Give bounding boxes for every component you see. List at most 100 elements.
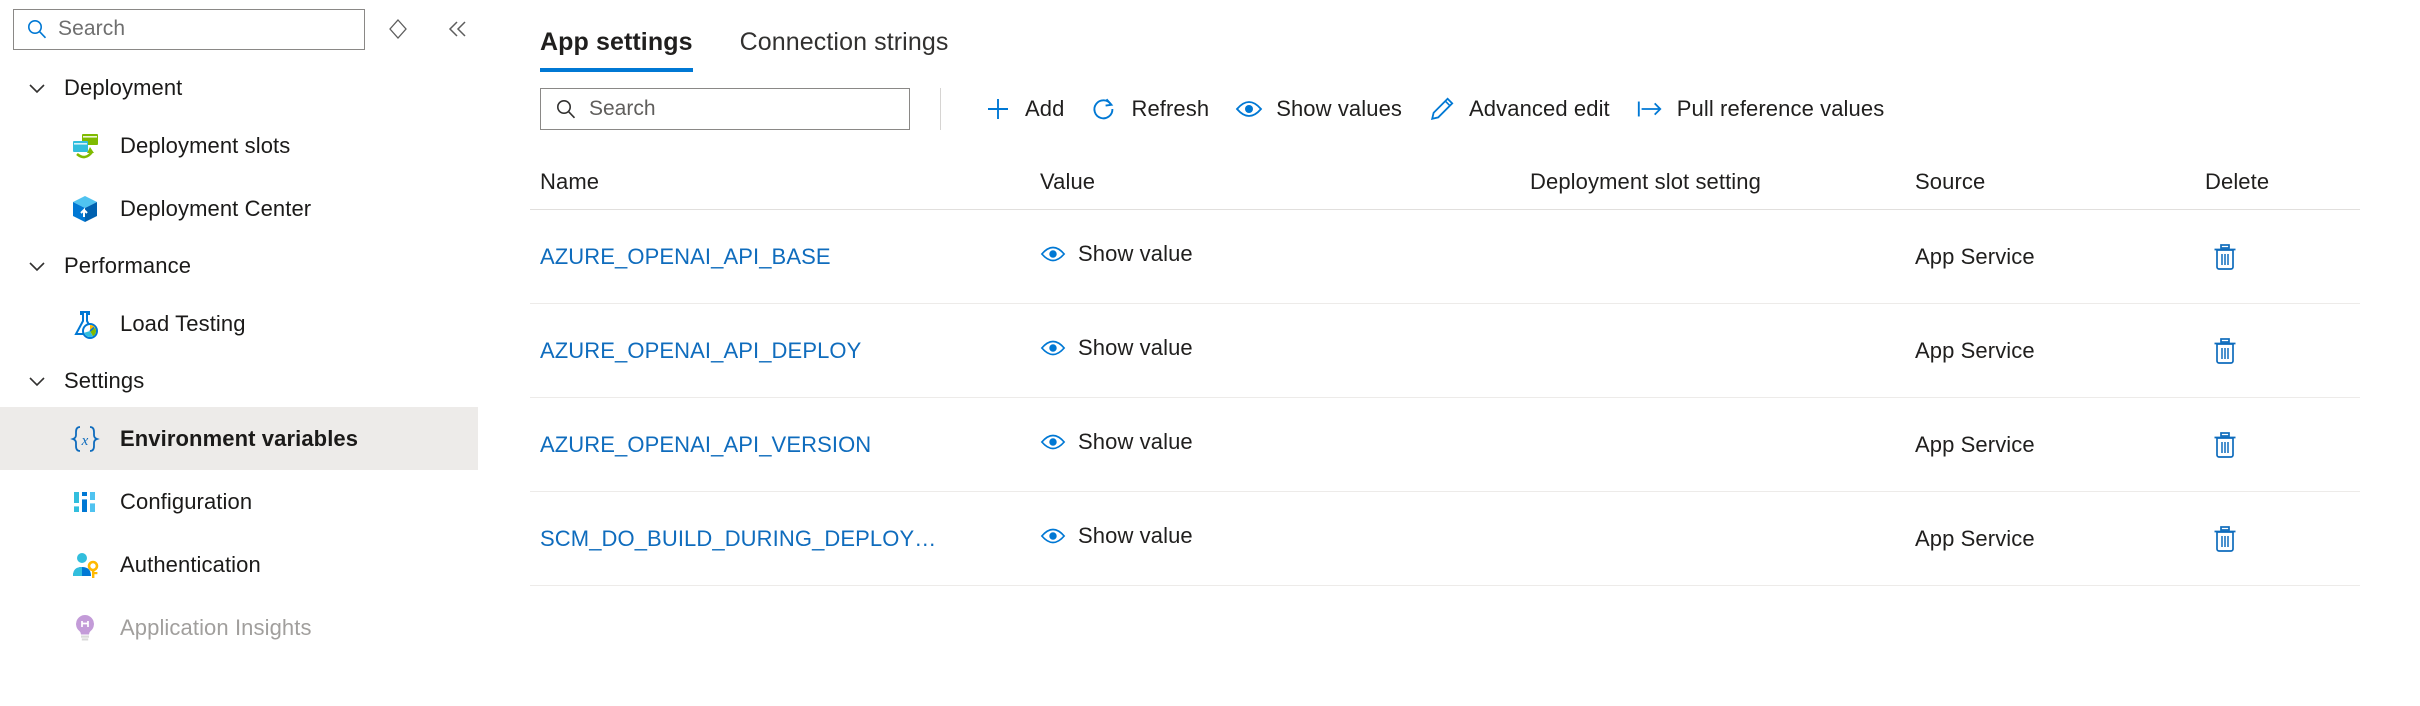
sidebar-item-label: Environment variables: [120, 425, 359, 451]
toolbar-divider: [940, 88, 941, 130]
deployment-center-icon: [68, 192, 102, 226]
tab-connection-strings[interactable]: Connection strings: [740, 28, 949, 72]
chevron-down-icon: [26, 370, 48, 392]
advanced-edit-button-label: Advanced edit: [1469, 96, 1610, 121]
eye-icon: [1040, 429, 1066, 455]
setting-value-cell: Show value: [1040, 523, 1530, 554]
source-cell: App Service: [1915, 526, 2205, 552]
table-row: SCM_DO_BUILD_DURING_DEPLOY… Show value A…: [530, 492, 2360, 586]
sidebar-item-deployment-slots[interactable]: Deployment slots: [0, 114, 478, 177]
resource-menu-sidebar: Search Deployment Deployment slots Deplo…: [0, 0, 512, 706]
pull-arrow-icon: [1636, 95, 1664, 123]
delete-cell: [2205, 425, 2325, 465]
show-values-button[interactable]: Show values: [1222, 86, 1415, 132]
sidebar-item-label: Configuration: [120, 488, 253, 514]
show-value-label: Show value: [1078, 335, 1193, 360]
sidebar-item-environment-variables[interactable]: x Environment variables: [0, 407, 478, 470]
sidebar-group-label: Performance: [64, 253, 192, 278]
setting-name-cell: SCM_DO_BUILD_DURING_DEPLOY…: [540, 526, 1040, 552]
source-label: App Service: [1915, 337, 2035, 363]
pull-reference-values-button[interactable]: Pull reference values: [1623, 86, 1898, 132]
delete-icon[interactable]: [2205, 237, 2245, 277]
source-label: App Service: [1915, 525, 2035, 551]
svg-text:x: x: [81, 433, 89, 449]
main-content: App settings Connection strings Search A…: [478, 0, 2420, 706]
settings-search-placeholder: Search: [589, 97, 656, 120]
sidebar-item-label: Load Testing: [120, 310, 246, 336]
setting-name-cell: AZURE_OPENAI_API_VERSION: [540, 432, 1040, 458]
setting-name-cell: AZURE_OPENAI_API_BASE: [540, 244, 1040, 270]
settings-tabs: App settings Connection strings: [530, 0, 2420, 72]
column-header-delete[interactable]: Delete: [2205, 169, 2325, 195]
show-value-link[interactable]: Show value: [1040, 429, 1193, 455]
sidebar-item-load-testing[interactable]: Load Testing: [0, 292, 478, 355]
eye-icon: [1040, 241, 1066, 267]
setting-name-link[interactable]: AZURE_OPENAI_API_BASE: [540, 244, 831, 269]
sidebar-group-performance[interactable]: Performance: [0, 240, 478, 292]
application-insights-icon: [68, 611, 102, 645]
setting-name-link[interactable]: AZURE_OPENAI_API_DEPLOY: [540, 338, 861, 363]
azure-portal-environment-variables-page: Search Deployment Deployment slots Deplo…: [0, 0, 2420, 706]
setting-name-cell: AZURE_OPENAI_API_DEPLOY: [540, 338, 1040, 364]
sidebar-nav-list: Deployment Deployment slots Deployment C…: [0, 58, 478, 659]
show-value-label: Show value: [1078, 523, 1193, 548]
table-header-row: Name Value Deployment slot setting Sourc…: [530, 154, 2360, 210]
command-toolbar: Search Add Refresh Show values Advanced …: [530, 72, 2420, 146]
settings-search-input[interactable]: Search: [540, 88, 910, 130]
table-row: AZURE_OPENAI_API_VERSION Show value App …: [530, 398, 2360, 492]
delete-icon[interactable]: [2205, 331, 2245, 371]
plus-icon: [984, 95, 1012, 123]
setting-name-link[interactable]: SCM_DO_BUILD_DURING_DEPLOY…: [540, 526, 936, 551]
load-testing-icon: [68, 307, 102, 341]
eye-icon: [1040, 335, 1066, 361]
show-value-label: Show value: [1078, 429, 1193, 454]
show-value-label: Show value: [1078, 241, 1193, 266]
setting-name-link[interactable]: AZURE_OPENAI_API_VERSION: [540, 432, 871, 457]
table-row: AZURE_OPENAI_API_BASE Show value App Ser…: [530, 210, 2360, 304]
pencil-icon: [1428, 95, 1456, 123]
sidebar-search-input[interactable]: Search: [13, 8, 366, 50]
sidebar-item-application-insights[interactable]: Application Insights: [0, 596, 478, 659]
tab-label: App settings: [540, 28, 693, 56]
sidebar-item-label: Deployment slots: [120, 132, 291, 158]
refresh-button-label: Refresh: [1131, 96, 1210, 121]
show-value-link[interactable]: Show value: [1040, 523, 1193, 549]
sidebar-item-label: Application Insights: [120, 614, 312, 640]
sidebar-item-authentication[interactable]: Authentication: [0, 533, 478, 596]
pull-reference-values-button-label: Pull reference values: [1676, 96, 1885, 121]
sidebar-item-configuration[interactable]: Configuration: [0, 470, 478, 533]
sidebar-group-label: Deployment: [64, 75, 183, 100]
sidebar-group-label: Settings: [64, 368, 145, 393]
source-cell: App Service: [1915, 338, 2205, 364]
sidebar-search-row: Search: [0, 0, 478, 58]
source-label: App Service: [1915, 431, 2035, 457]
collapse-panel-icon[interactable]: [436, 7, 478, 51]
expand-collapse-icon[interactable]: [377, 7, 419, 51]
delete-icon[interactable]: [2205, 425, 2245, 465]
table-row: AZURE_OPENAI_API_DEPLOY Show value App S…: [530, 304, 2360, 398]
delete-icon[interactable]: [2205, 519, 2245, 559]
tab-label: Connection strings: [739, 28, 949, 56]
sidebar-group-settings[interactable]: Settings: [0, 355, 478, 407]
add-button[interactable]: Add: [971, 86, 1077, 132]
show-value-link[interactable]: Show value: [1040, 241, 1193, 267]
refresh-button[interactable]: Refresh: [1077, 86, 1222, 132]
sidebar-item-deployment-center[interactable]: Deployment Center: [0, 177, 478, 240]
column-header-deployment-slot-setting[interactable]: Deployment slot setting: [1530, 169, 1915, 195]
environment-variables-icon: x: [68, 422, 102, 456]
column-header-source[interactable]: Source: [1915, 169, 2205, 195]
column-header-name[interactable]: Name: [540, 169, 1040, 195]
refresh-icon: [1090, 95, 1118, 123]
advanced-edit-button[interactable]: Advanced edit: [1415, 86, 1623, 132]
search-icon: [555, 98, 577, 120]
column-header-value[interactable]: Value: [1040, 169, 1530, 195]
show-value-link[interactable]: Show value: [1040, 335, 1193, 361]
sidebar-group-deployment[interactable]: Deployment: [0, 62, 478, 114]
setting-value-cell: Show value: [1040, 335, 1530, 366]
delete-cell: [2205, 519, 2325, 559]
tab-app-settings[interactable]: App settings: [540, 28, 693, 72]
delete-cell: [2205, 237, 2325, 277]
source-cell: App Service: [1915, 432, 2205, 458]
setting-value-cell: Show value: [1040, 429, 1530, 460]
eye-icon: [1040, 523, 1066, 549]
